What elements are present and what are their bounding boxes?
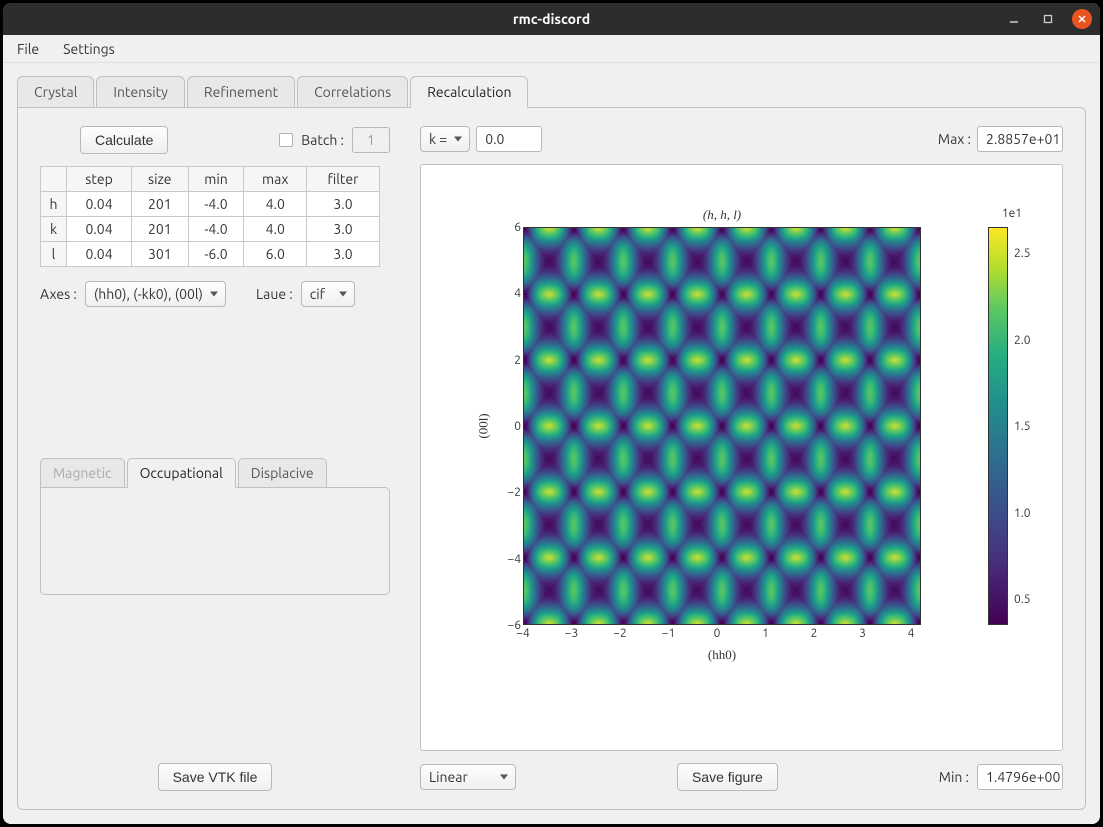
subtab-magnetic: Magnetic xyxy=(40,458,125,488)
yticks: −6 −4 −2 0 2 4 6 xyxy=(497,227,521,625)
subtab-displacive[interactable]: Displacive xyxy=(238,458,327,488)
row-k-label: k xyxy=(41,217,67,242)
table-row: h 0.04 201 -4.0 4.0 3.0 xyxy=(41,192,380,217)
colorbar-ticks: 2.5 2.0 1.5 1.0 0.5 xyxy=(1014,227,1044,625)
main-tabs: Crystal Intensity Refinement Correlation… xyxy=(17,75,1086,107)
plot-title: (h, h, l) xyxy=(523,207,921,223)
table-row: l 0.04 301 -6.0 6.0 3.0 xyxy=(41,242,380,267)
cell[interactable]: -4.0 xyxy=(188,192,244,217)
colorbar xyxy=(988,227,1008,625)
cell[interactable]: 4.0 xyxy=(244,217,307,242)
max-label: Max : xyxy=(938,131,971,147)
tab-correlations[interactable]: Correlations xyxy=(297,76,408,108)
ylabel: (00l) xyxy=(471,227,496,625)
cell[interactable]: 301 xyxy=(132,242,188,267)
subtab-occupational[interactable]: Occupational xyxy=(127,458,236,488)
plot-area: (h, h, l) (00l) (hh0) −4 −3 −2 −1 0 xyxy=(420,164,1063,751)
col-size: size xyxy=(132,167,188,192)
table-header-row: step size min max filter xyxy=(41,167,380,192)
batch-label: Batch : xyxy=(301,132,344,148)
row-h-label: h xyxy=(41,192,67,217)
batch-input: 1 xyxy=(352,127,390,153)
close-icon[interactable] xyxy=(1072,9,1092,29)
k-input[interactable]: 0.0 xyxy=(476,126,542,152)
cell[interactable]: 6.0 xyxy=(244,242,307,267)
save-vtk-button[interactable]: Save VTK file xyxy=(158,763,273,791)
laue-label: Laue : xyxy=(256,286,293,302)
cell[interactable]: 0.04 xyxy=(67,192,132,217)
col-max: max xyxy=(244,167,307,192)
min-input[interactable]: 1.4796e+00 xyxy=(977,764,1063,790)
k-label: k = xyxy=(429,131,447,147)
minimize-icon[interactable] xyxy=(1004,9,1024,29)
app-window: rmc-discord File Settings Crystal xyxy=(3,3,1100,824)
heatmap-canvas xyxy=(523,227,921,625)
scale-select[interactable]: Linear xyxy=(420,764,516,790)
row-l-label: l xyxy=(41,242,67,267)
cell[interactable]: 201 xyxy=(132,217,188,242)
calculate-button[interactable]: Calculate xyxy=(80,126,168,154)
sub-tabs: Magnetic Occupational Displacive xyxy=(40,457,390,487)
cell[interactable]: 0.04 xyxy=(67,217,132,242)
colorbar-exponent: 1e1 xyxy=(1002,207,1022,220)
cell[interactable]: 3.0 xyxy=(307,217,380,242)
tab-crystal[interactable]: Crystal xyxy=(17,76,94,108)
scale-value: Linear xyxy=(429,769,468,785)
tab-panel: Calculate Batch : 1 step size min max xyxy=(17,107,1086,810)
cell[interactable]: -4.0 xyxy=(188,217,244,242)
axes-value: (hh0), (-kk0), (00l) xyxy=(94,286,203,302)
tab-refinement[interactable]: Refinement xyxy=(187,76,295,108)
maximize-icon[interactable] xyxy=(1038,9,1058,29)
window-title: rmc-discord xyxy=(513,11,590,27)
menu-settings[interactable]: Settings xyxy=(59,39,119,59)
subtab-panel xyxy=(40,487,390,595)
xlabel: (hh0) xyxy=(523,647,921,663)
max-input[interactable]: 2.8857e+01 xyxy=(977,126,1063,152)
batch-checkbox[interactable] xyxy=(279,133,293,147)
cell[interactable]: 4.0 xyxy=(244,192,307,217)
hkl-table: step size min max filter h 0.04 201 -4.0… xyxy=(40,166,380,267)
axes-select[interactable]: (hh0), (-kk0), (00l) xyxy=(85,281,226,307)
menubar: File Settings xyxy=(3,35,1100,63)
save-figure-button[interactable]: Save figure xyxy=(677,763,778,791)
table-row: k 0.04 201 -4.0 4.0 3.0 xyxy=(41,217,380,242)
cell[interactable]: 201 xyxy=(132,192,188,217)
cell[interactable]: 0.04 xyxy=(67,242,132,267)
xticks: −4 −3 −2 −1 0 1 2 3 4 xyxy=(523,627,921,640)
cell[interactable]: -6.0 xyxy=(188,242,244,267)
menu-file[interactable]: File xyxy=(13,39,43,59)
laue-select[interactable]: cif xyxy=(301,281,355,307)
axes-label: Axes : xyxy=(40,286,77,302)
col-min: min xyxy=(188,167,244,192)
tab-intensity[interactable]: Intensity xyxy=(96,76,185,108)
titlebar: rmc-discord xyxy=(3,3,1100,35)
tab-recalculation[interactable]: Recalculation xyxy=(410,76,528,108)
col-step: step xyxy=(67,167,132,192)
k-select[interactable]: k = xyxy=(420,126,470,152)
cell[interactable]: 3.0 xyxy=(307,192,380,217)
cell[interactable]: 3.0 xyxy=(307,242,380,267)
min-label: Min : xyxy=(939,769,969,785)
col-filter: filter xyxy=(307,167,380,192)
laue-value: cif xyxy=(310,286,325,302)
